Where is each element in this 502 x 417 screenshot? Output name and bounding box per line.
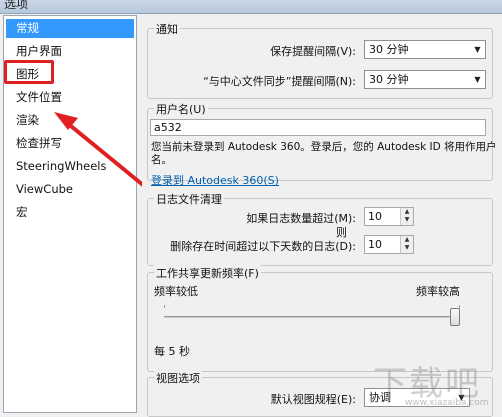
sync-reminder-value: 30 分钟 [369,73,409,86]
options-nav: 常规 用户界面 图形 文件位置 渲染 检查拼写 SteeringWheels V… [3,15,137,413]
nav-item-steeringwheels[interactable]: SteeringWheels [6,157,134,176]
slider-thumb[interactable] [450,308,460,326]
general-settings-pane: 通知 保存提醒间隔(V): 30 分钟 ▼ “与中心文件同步”提醒间隔(N): … [142,15,500,417]
view-options-title: 视图选项 [154,370,202,386]
default-discipline-value: 协调 [369,391,391,404]
nav-item-macros[interactable]: 宏 [6,203,134,222]
delete-days-label: 删除存在时间超过以下天数的日志(D): [170,240,356,253]
journal-cleanup-title: 日志文件清理 [154,191,224,207]
nav-item-graphics[interactable]: 图形 [6,65,134,84]
stepper-up-icon[interactable]: ▲ [401,208,413,216]
nav-item-spelling[interactable]: 检查拼写 [6,134,134,153]
notifications-group: 通知 保存提醒间隔(V): 30 分钟 ▼ “与中心文件同步”提醒间隔(N): … [147,21,493,99]
chevron-down-icon: ▼ [474,45,481,54]
nav-item-general[interactable]: 常规 [6,19,134,38]
nav-item-rendering[interactable]: 渲染 [6,111,134,130]
sync-reminder-label: “与中心文件同步”提醒间隔(N): [203,75,356,88]
login-info-line2: 名。 [151,154,172,166]
window-title: 选项 [4,0,29,11]
journal-cleanup-group: 日志文件清理 如果日志数量超过(M): 10 ▲ ▼ 则 删除存在时间超过以下天… [147,191,493,266]
default-discipline-select[interactable]: 协调 ▼ [364,388,470,407]
max-journal-count-value: 10 [368,210,382,223]
save-reminder-select[interactable]: 30 分钟 ▼ [364,40,486,59]
worksharing-frequency-title: 工作共享更新频率(F) [154,265,261,281]
frequency-low-label: 频率较低 [154,285,198,298]
max-journal-count-stepper[interactable]: 10 ▲ ▼ [364,207,414,226]
save-reminder-label: 保存提醒间隔(V): [270,45,356,58]
title-bar: 选项 [0,0,502,14]
frequency-high-label: 频率较高 [416,285,460,298]
save-reminder-value: 30 分钟 [369,43,409,56]
slider-track [164,316,460,318]
worksharing-frequency-group: 工作共享更新频率(F) 频率较低 频率较高 每 5 秒 [147,265,493,372]
frequency-slider[interactable] [164,305,460,326]
stepper-up-icon[interactable]: ▲ [401,236,413,244]
update-interval-text: 每 5 秒 [154,345,190,358]
default-discipline-label: 默认视图规程(E): [270,393,356,406]
chevron-down-icon: ▼ [458,393,465,402]
view-options-group: 视图选项 默认视图规程(E): 协调 ▼ [147,370,493,417]
username-group: 用户名(U) a532 您当前未登录到 Autodesk 360。登录后，您的 … [147,101,497,187]
chevron-down-icon: ▼ [474,75,481,84]
notifications-title: 通知 [154,21,180,37]
stepper-down-icon[interactable]: ▼ [401,244,413,252]
username-input[interactable]: a532 [150,119,486,136]
login-info-line1: 您当前未登录到 Autodesk 360。登录后，您的 Autodesk ID … [151,141,497,153]
delete-days-value: 10 [368,238,382,251]
nav-item-viewcube[interactable]: ViewCube [6,180,134,199]
nav-item-user-interface[interactable]: 用户界面 [6,42,134,61]
sync-reminder-select[interactable]: 30 分钟 ▼ [364,70,486,89]
delete-days-stepper[interactable]: 10 ▲ ▼ [364,235,414,254]
username-title: 用户名(U) [154,101,208,117]
nav-item-file-locations[interactable]: 文件位置 [6,88,134,107]
stepper-down-icon[interactable]: ▼ [401,216,413,224]
login-autodesk-link[interactable]: 登录到 Autodesk 360(S) [151,172,279,188]
